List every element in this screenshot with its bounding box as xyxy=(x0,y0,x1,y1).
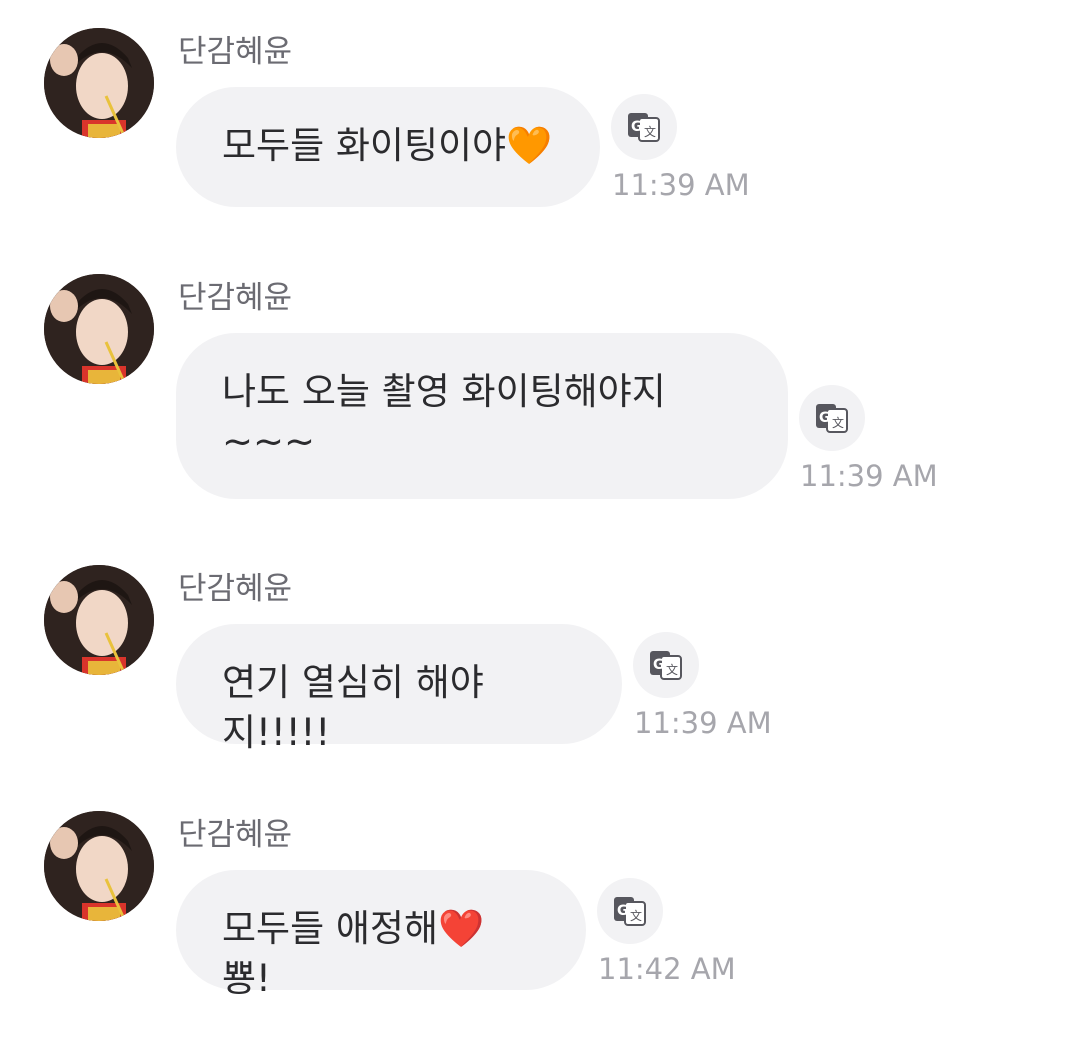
timestamp: 11:39 AM xyxy=(612,168,750,202)
message-bubble[interactable]: 연기 열심히 해야지!!!!! xyxy=(176,624,622,754)
sender-name: 단감혜윤 xyxy=(178,817,293,853)
translate-icon: G 文 xyxy=(614,897,646,926)
svg-text:文: 文 xyxy=(832,415,844,430)
timestamp: 11:42 AM xyxy=(598,952,736,986)
svg-text:文: 文 xyxy=(666,662,678,677)
message-bubble[interactable]: 나도 오늘 촬영 화이팅해야지 ~~~ xyxy=(176,333,788,499)
message-bubble[interactable]: 모두들 애정해❤️ 뿅! xyxy=(176,870,586,1000)
translate-button[interactable]: G 文 xyxy=(633,632,699,698)
translate-icon: G 文 xyxy=(650,651,682,680)
translate-icon: G 文 xyxy=(628,113,660,142)
avatar[interactable] xyxy=(44,565,154,675)
avatar[interactable] xyxy=(44,811,154,921)
svg-text:G: G xyxy=(617,903,629,919)
translate-button[interactable]: G 文 xyxy=(597,878,663,944)
svg-text:G: G xyxy=(631,119,643,135)
svg-text:文: 文 xyxy=(644,124,656,139)
avatar[interactable] xyxy=(44,274,154,384)
translate-button[interactable]: G 文 xyxy=(611,94,677,160)
message-bubble[interactable]: 모두들 화이팅이야🧡 xyxy=(176,87,600,207)
avatar[interactable] xyxy=(44,28,154,138)
translate-icon: G 文 xyxy=(816,404,848,433)
timestamp: 11:39 AM xyxy=(634,706,772,740)
sender-name: 단감혜윤 xyxy=(178,571,293,607)
svg-text:G: G xyxy=(819,410,831,426)
svg-text:G: G xyxy=(653,657,665,673)
sender-name: 단감혜윤 xyxy=(178,280,293,316)
profile-photo xyxy=(44,565,154,675)
timestamp: 11:39 AM xyxy=(800,459,938,493)
profile-photo xyxy=(44,274,154,384)
profile-photo xyxy=(44,811,154,921)
sender-name: 단감혜윤 xyxy=(178,34,293,70)
svg-text:文: 文 xyxy=(630,908,642,923)
translate-button[interactable]: G 文 xyxy=(799,385,865,451)
profile-photo xyxy=(44,28,154,138)
